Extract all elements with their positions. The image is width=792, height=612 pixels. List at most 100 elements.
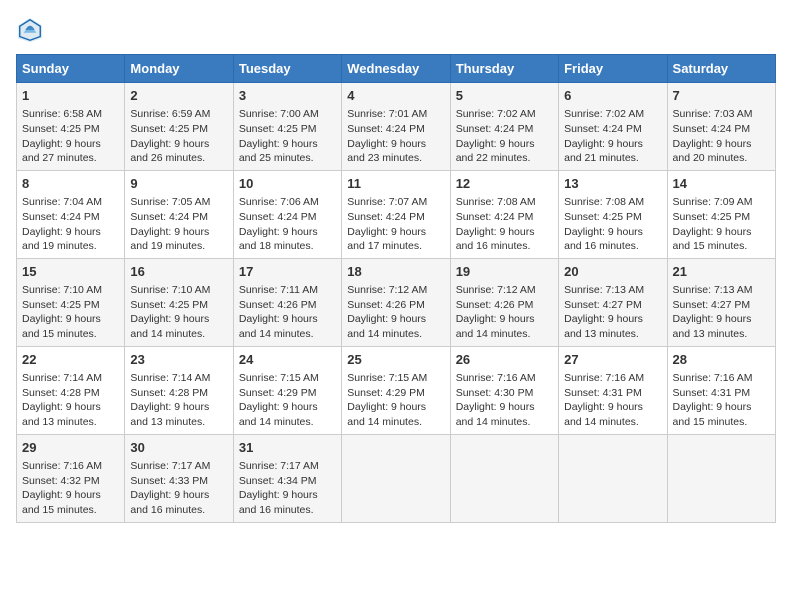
day-info: Sunset: 4:25 PM	[130, 298, 227, 313]
calendar-cell	[559, 434, 667, 522]
day-info: Sunset: 4:24 PM	[239, 210, 336, 225]
day-info: Sunrise: 7:16 AM	[22, 459, 119, 474]
calendar-cell: 3Sunrise: 7:00 AMSunset: 4:25 PMDaylight…	[233, 83, 341, 171]
calendar-cell: 21Sunrise: 7:13 AMSunset: 4:27 PMDayligh…	[667, 258, 775, 346]
day-info: Sunset: 4:24 PM	[347, 210, 444, 225]
day-info: Daylight: 9 hours and 16 minutes.	[239, 488, 336, 517]
day-info: Sunset: 4:34 PM	[239, 474, 336, 489]
day-info: Sunrise: 7:06 AM	[239, 195, 336, 210]
calendar-table: SundayMondayTuesdayWednesdayThursdayFrid…	[16, 54, 776, 523]
week-row-2: 15Sunrise: 7:10 AMSunset: 4:25 PMDayligh…	[17, 258, 776, 346]
day-info: Sunrise: 7:07 AM	[347, 195, 444, 210]
calendar-cell: 10 Sunrise: 7:06 AMSunset: 4:24 PMDayligh…	[233, 170, 341, 258]
day-info: Sunrise: 7:05 AM	[130, 195, 227, 210]
day-info: Sunrise: 7:03 AM	[673, 107, 770, 122]
calendar-cell	[450, 434, 558, 522]
day-number: 25	[347, 351, 444, 369]
day-info: Sunrise: 7:17 AM	[130, 459, 227, 474]
day-number: 21	[673, 263, 770, 281]
day-info: Daylight: 9 hours and 16 minutes.	[456, 225, 553, 254]
day-info: Sunset: 4:24 PM	[564, 122, 661, 137]
calendar-cell: 12Sunrise: 7:08 AMSunset: 4:24 PMDayligh…	[450, 170, 558, 258]
day-info: Sunrise: 7:10 AM	[130, 283, 227, 298]
header-cell-wednesday: Wednesday	[342, 55, 450, 83]
day-info: Daylight: 9 hours and 19 minutes.	[22, 225, 119, 254]
calendar-cell: 25Sunrise: 7:15 AMSunset: 4:29 PMDayligh…	[342, 346, 450, 434]
day-info: Daylight: 9 hours and 15 minutes.	[22, 488, 119, 517]
week-row-0: 1Sunrise: 6:58 AMSunset: 4:25 PMDaylight…	[17, 83, 776, 171]
day-info: Sunrise: 7:04 AM	[22, 195, 119, 210]
day-info: Sunset: 4:24 PM	[22, 210, 119, 225]
day-info: Sunset: 4:30 PM	[456, 386, 553, 401]
day-number: 31	[239, 439, 336, 457]
day-number: 19	[456, 263, 553, 281]
calendar-cell: 27Sunrise: 7:16 AMSunset: 4:31 PMDayligh…	[559, 346, 667, 434]
day-info: Sunrise: 7:16 AM	[673, 371, 770, 386]
day-info: Daylight: 9 hours and 13 minutes.	[22, 400, 119, 429]
week-row-4: 29Sunrise: 7:16 AMSunset: 4:32 PMDayligh…	[17, 434, 776, 522]
day-info: Sunrise: 7:10 AM	[22, 283, 119, 298]
day-info: Sunset: 4:27 PM	[673, 298, 770, 313]
day-info: Sunset: 4:24 PM	[347, 122, 444, 137]
day-number: 9	[130, 175, 227, 193]
calendar-cell: 2Sunrise: 6:59 AMSunset: 4:25 PMDaylight…	[125, 83, 233, 171]
day-info: Sunrise: 7:17 AM	[239, 459, 336, 474]
day-info: Sunrise: 7:16 AM	[564, 371, 661, 386]
day-number: 29	[22, 439, 119, 457]
day-number: 1	[22, 87, 119, 105]
day-number: 10	[239, 175, 336, 193]
day-info: Sunrise: 7:01 AM	[347, 107, 444, 122]
day-info: Sunset: 4:33 PM	[130, 474, 227, 489]
day-info: Sunset: 4:24 PM	[456, 210, 553, 225]
header-row: SundayMondayTuesdayWednesdayThursdayFrid…	[17, 55, 776, 83]
day-info: Sunrise: 6:58 AM	[22, 107, 119, 122]
day-number: 11	[347, 175, 444, 193]
day-info: Sunset: 4:28 PM	[22, 386, 119, 401]
day-info: Sunrise: 7:09 AM	[673, 195, 770, 210]
day-info: Daylight: 9 hours and 14 minutes.	[347, 400, 444, 429]
calendar-cell	[342, 434, 450, 522]
week-row-1: 8Sunrise: 7:04 AMSunset: 4:24 PMDaylight…	[17, 170, 776, 258]
calendar-cell: 18Sunrise: 7:12 AMSunset: 4:26 PMDayligh…	[342, 258, 450, 346]
calendar-cell: 11Sunrise: 7:07 AMSunset: 4:24 PMDayligh…	[342, 170, 450, 258]
day-info: Sunrise: 7:14 AM	[22, 371, 119, 386]
header-cell-friday: Friday	[559, 55, 667, 83]
day-number: 22	[22, 351, 119, 369]
day-info: Daylight: 9 hours and 14 minutes.	[239, 400, 336, 429]
day-number: 6	[564, 87, 661, 105]
day-info: Sunrise: 7:12 AM	[456, 283, 553, 298]
day-info: Sunrise: 7:12 AM	[347, 283, 444, 298]
day-info: Sunrise: 7:14 AM	[130, 371, 227, 386]
day-info: Daylight: 9 hours and 18 minutes.	[239, 225, 336, 254]
day-number: 30	[130, 439, 227, 457]
calendar-cell: 13Sunrise: 7:08 AMSunset: 4:25 PMDayligh…	[559, 170, 667, 258]
day-info: Daylight: 9 hours and 16 minutes.	[564, 225, 661, 254]
day-info: Sunrise: 7:00 AM	[239, 107, 336, 122]
day-info: Sunset: 4:28 PM	[130, 386, 227, 401]
calendar-cell: 1Sunrise: 6:58 AMSunset: 4:25 PMDaylight…	[17, 83, 125, 171]
day-info: Daylight: 9 hours and 13 minutes.	[564, 312, 661, 341]
calendar-cell: 29Sunrise: 7:16 AMSunset: 4:32 PMDayligh…	[17, 434, 125, 522]
header-cell-sunday: Sunday	[17, 55, 125, 83]
calendar-cell: 31 Sunrise: 7:17 AMSunset: 4:34 PMDayligh…	[233, 434, 341, 522]
day-info: Sunrise: 7:08 AM	[456, 195, 553, 210]
calendar-cell: 5Sunrise: 7:02 AMSunset: 4:24 PMDaylight…	[450, 83, 558, 171]
day-info: Sunset: 4:25 PM	[564, 210, 661, 225]
day-info: Daylight: 9 hours and 14 minutes.	[347, 312, 444, 341]
day-info: Sunset: 4:27 PM	[564, 298, 661, 313]
day-info: Sunset: 4:31 PM	[564, 386, 661, 401]
day-info: Daylight: 9 hours and 25 minutes.	[239, 137, 336, 166]
day-info: Sunrise: 7:15 AM	[239, 371, 336, 386]
day-number: 20	[564, 263, 661, 281]
header-cell-tuesday: Tuesday	[233, 55, 341, 83]
logo	[16, 16, 48, 44]
day-number: 15	[22, 263, 119, 281]
day-number: 24	[239, 351, 336, 369]
calendar-cell: 9Sunrise: 7:05 AMSunset: 4:24 PMDaylight…	[125, 170, 233, 258]
day-info: Sunrise: 7:16 AM	[456, 371, 553, 386]
day-info: Sunrise: 7:02 AM	[456, 107, 553, 122]
day-info: Daylight: 9 hours and 15 minutes.	[673, 400, 770, 429]
day-info: Sunset: 4:24 PM	[456, 122, 553, 137]
day-info: Sunrise: 7:15 AM	[347, 371, 444, 386]
day-info: Sunset: 4:29 PM	[239, 386, 336, 401]
